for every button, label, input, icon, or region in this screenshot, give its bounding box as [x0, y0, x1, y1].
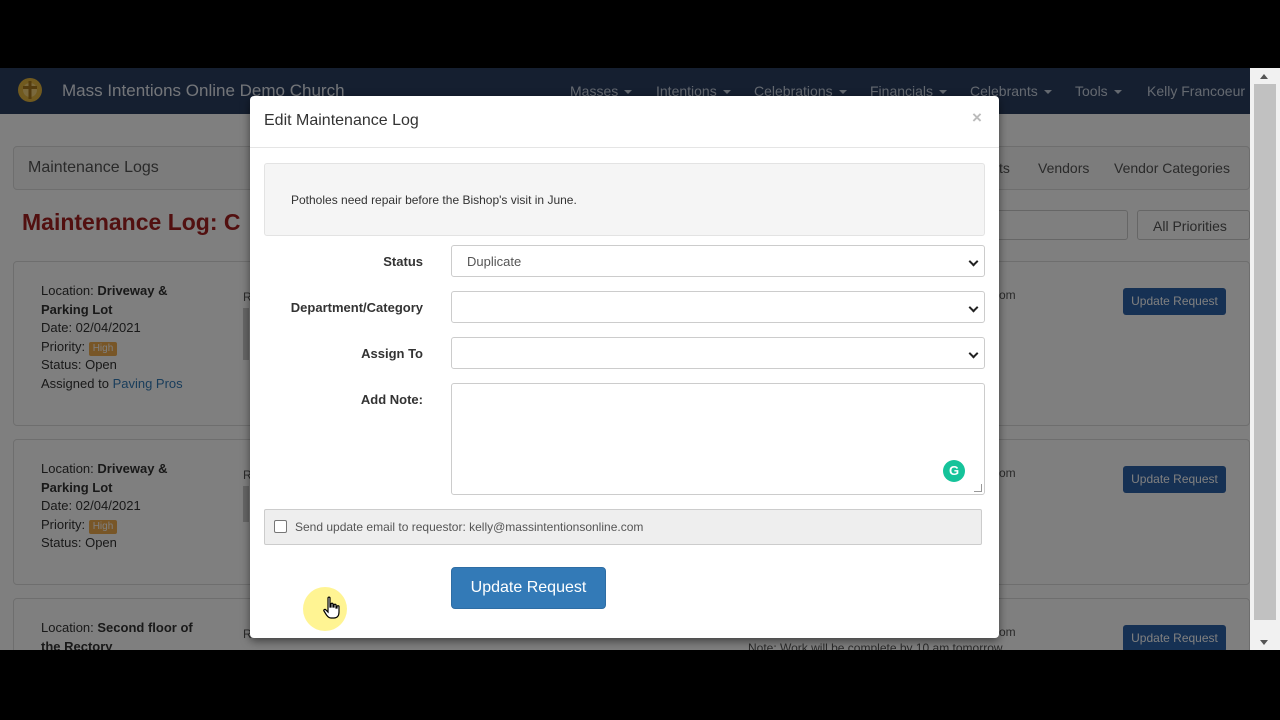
scroll-down-arrow-icon[interactable] — [1260, 640, 1268, 645]
status-label: Status — [383, 254, 423, 269]
assign-to-select[interactable] — [451, 337, 985, 369]
resize-handle-icon[interactable] — [974, 484, 982, 492]
request-description: Potholes need repair before the Bishop's… — [264, 163, 985, 236]
browser-viewport: Mass Intentions Online Demo Church Masse… — [0, 68, 1280, 650]
chevron-down-icon — [968, 348, 979, 359]
send-email-row[interactable]: Send update email to requestor: kelly@ma… — [264, 509, 982, 545]
status-select[interactable]: Duplicate — [451, 245, 985, 277]
hand-cursor-icon — [323, 596, 340, 619]
department-select[interactable] — [451, 291, 985, 323]
send-email-checkbox[interactable] — [274, 520, 287, 533]
description-text: Potholes need repair before the Bishop's… — [291, 193, 577, 207]
page-scrollbar[interactable] — [1250, 68, 1280, 650]
edit-maintenance-log-modal: Edit Maintenance Log × Potholes need rep… — [250, 96, 999, 638]
add-note-textarea[interactable]: G — [451, 383, 985, 495]
scroll-up-arrow-icon[interactable] — [1260, 74, 1268, 79]
department-label: Department/Category — [290, 300, 423, 315]
grammarly-icon[interactable]: G — [943, 460, 965, 482]
send-email-label[interactable]: Send update email to requestor: kelly@ma… — [295, 520, 643, 534]
update-request-submit-button[interactable]: Update Request — [451, 567, 606, 609]
add-note-label: Add Note: — [360, 392, 423, 407]
modal-header: Edit Maintenance Log × — [250, 96, 999, 148]
chevron-down-icon — [968, 256, 979, 267]
close-icon[interactable]: × — [972, 108, 982, 128]
modal-title: Edit Maintenance Log — [264, 112, 419, 129]
assign-to-label: Assign To — [361, 346, 423, 361]
chevron-down-icon — [968, 302, 979, 313]
scrollbar-thumb[interactable] — [1254, 84, 1276, 620]
